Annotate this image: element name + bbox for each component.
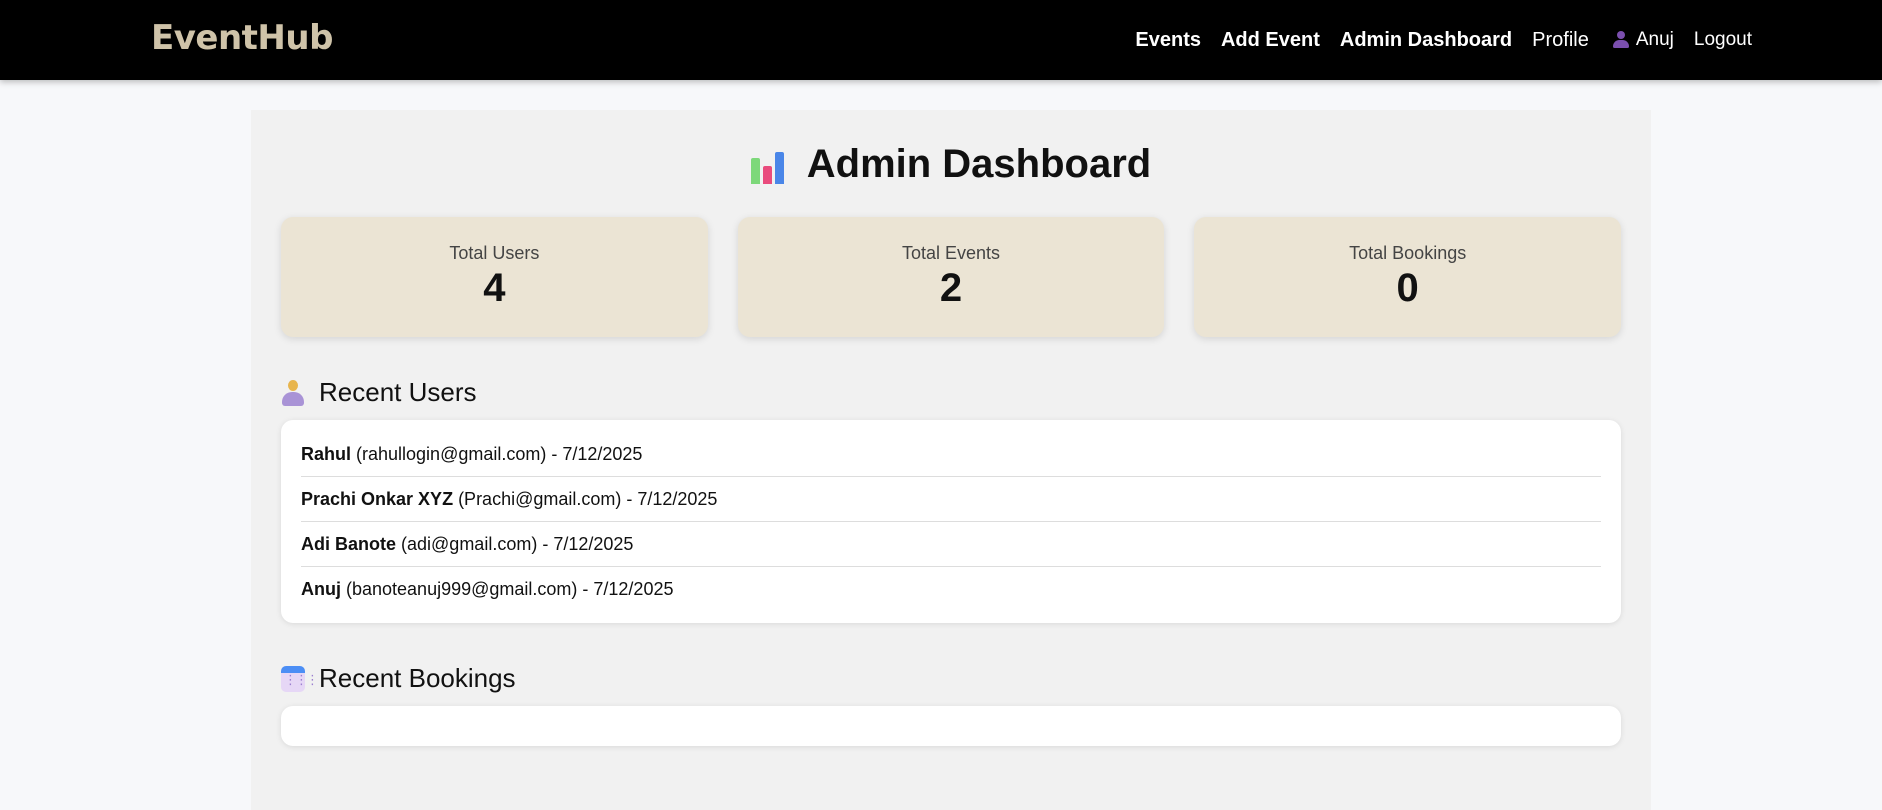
brand-logo[interactable]: EventHub	[151, 18, 333, 58]
logout-button[interactable]: Logout	[1694, 29, 1752, 51]
recent-users-list: Rahul (rahullogin@gmail.com) - 7/12/2025…	[281, 420, 1621, 623]
stat-label: Total Users	[449, 243, 540, 263]
page-title: Admin Dashboard	[251, 110, 1651, 187]
recent-bookings-heading: Recent Bookings	[281, 663, 1621, 694]
list-item: Anuj (banoteanuj999@gmail.com) - 7/12/20…	[301, 567, 1601, 611]
nav-link-add-event[interactable]: Add Event	[1221, 29, 1320, 52]
stat-value: 4	[483, 266, 506, 310]
user-detail: (adi@gmail.com) - 7/12/2025	[396, 534, 634, 554]
stat-label: Total Events	[901, 243, 1001, 263]
user-name: Rahul	[301, 444, 352, 464]
nav-link-admin-dashboard[interactable]: Admin Dashboard	[1340, 29, 1512, 52]
stat-card-users: Total Users 4	[281, 217, 708, 337]
user-name: Prachi Onkar XYZ	[301, 489, 454, 509]
stat-card-events: Total Events 2	[737, 217, 1165, 337]
dashboard-container: Admin Dashboard Total Users 4 Total Even…	[251, 110, 1651, 810]
user-icon	[1612, 31, 1629, 49]
user-name: Adi Banote	[301, 534, 397, 554]
calendar-icon	[281, 665, 317, 692]
current-user: Anuj	[1612, 29, 1674, 51]
recent-users-heading: Recent Users	[281, 377, 1621, 408]
nav-links: Events Add Event Admin Dashboard Profile…	[1115, 0, 1752, 80]
recent-bookings-list	[281, 706, 1621, 746]
recent-bookings-title: Recent Bookings	[319, 663, 516, 693]
bar-chart-icon	[750, 146, 789, 184]
current-user-name: Anuj	[1635, 29, 1674, 50]
list-item: Adi Banote (adi@gmail.com) - 7/12/2025	[301, 522, 1601, 567]
recent-users-title: Recent Users	[319, 377, 477, 407]
user-name: Anuj	[301, 579, 341, 599]
stat-card-bookings: Total Bookings 0	[1194, 217, 1622, 337]
nav-link-profile[interactable]: Profile	[1532, 29, 1589, 52]
user-detail: (rahullogin@gmail.com) - 7/12/2025	[351, 444, 643, 464]
list-item: Rahul (rahullogin@gmail.com) - 7/12/2025	[301, 432, 1601, 477]
user-detail: (banoteanuj999@gmail.com) - 7/12/2025	[341, 579, 674, 599]
stats-row: Total Users 4 Total Events 2 Total Booki…	[251, 217, 1651, 337]
stat-value: 0	[1396, 266, 1419, 310]
user-detail: (Prachi@gmail.com) - 7/12/2025	[453, 489, 718, 509]
stat-label: Total Bookings	[1349, 243, 1467, 263]
technologist-icon	[281, 379, 305, 406]
list-item: Prachi Onkar XYZ (Prachi@gmail.com) - 7/…	[301, 477, 1601, 522]
top-navbar: EventHub Events Add Event Admin Dashboar…	[0, 0, 1882, 80]
stat-value: 2	[939, 266, 963, 310]
page-title-text: Admin Dashboard	[806, 142, 1152, 186]
nav-link-events[interactable]: Events	[1135, 29, 1201, 52]
